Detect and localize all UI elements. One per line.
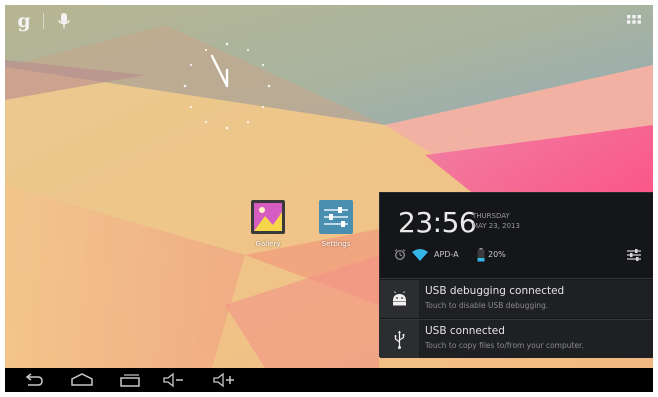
all-apps-icon[interactable] xyxy=(627,15,641,29)
notification-title: USB connected xyxy=(425,325,505,337)
shade-date: THURSDAY MAY 23, 2013 xyxy=(472,211,520,231)
notification-subtitle: Touch to disable USB debugging. xyxy=(425,301,549,310)
quick-status-row: APD-A 20% xyxy=(394,248,644,264)
recent-apps-icon[interactable] xyxy=(118,372,142,388)
microphone-icon[interactable] xyxy=(55,11,73,31)
usb-debugging-notification[interactable]: USB debugging connected Touch to disable… xyxy=(380,280,653,318)
google-search-icon[interactable]: g xyxy=(13,10,35,32)
volume-up-icon[interactable] xyxy=(212,372,238,388)
shade-time: 23:56 xyxy=(398,206,477,239)
volume-down-icon[interactable] xyxy=(162,372,186,388)
shade-divider xyxy=(380,278,653,279)
notification-subtitle: Touch to copy files to/from your compute… xyxy=(425,341,584,350)
wifi-network-name: APD-A xyxy=(434,250,459,259)
home-icon[interactable] xyxy=(69,372,95,388)
usb-connected-notification[interactable]: USB connected Touch to copy files to/fro… xyxy=(380,320,653,358)
gallery-icon xyxy=(251,200,285,234)
notification-icon-box xyxy=(380,280,419,318)
notification-title: USB debugging connected xyxy=(425,285,565,297)
quick-settings-icon[interactable] xyxy=(626,248,642,262)
android-debug-icon xyxy=(393,291,406,306)
alarm-icon xyxy=(394,249,406,260)
wifi-icon xyxy=(412,249,428,261)
full-date: MAY 23, 2013 xyxy=(472,222,520,230)
home-screen: g Gallery Settings 23:56 THURSDAY MAY 23… xyxy=(5,5,653,392)
weekday: THURSDAY xyxy=(472,212,510,220)
gallery-label: Gallery xyxy=(255,240,281,248)
analog-clock-widget[interactable] xyxy=(181,40,273,132)
top-bar: g xyxy=(5,5,653,37)
settings-shortcut[interactable]: Settings xyxy=(310,200,362,248)
back-icon[interactable] xyxy=(22,372,44,388)
notification-shade[interactable]: 23:56 THURSDAY MAY 23, 2013 APD-A 20% US… xyxy=(379,192,653,358)
notification-icon-box xyxy=(380,320,419,358)
divider xyxy=(43,13,44,29)
usb-icon xyxy=(394,330,405,349)
settings-sliders-icon xyxy=(319,200,353,234)
battery-icon xyxy=(477,248,485,262)
navigation-bar xyxy=(5,368,653,392)
battery-percentage: 20% xyxy=(488,250,506,259)
settings-label: Settings xyxy=(321,240,351,248)
gallery-shortcut[interactable]: Gallery xyxy=(242,200,294,248)
